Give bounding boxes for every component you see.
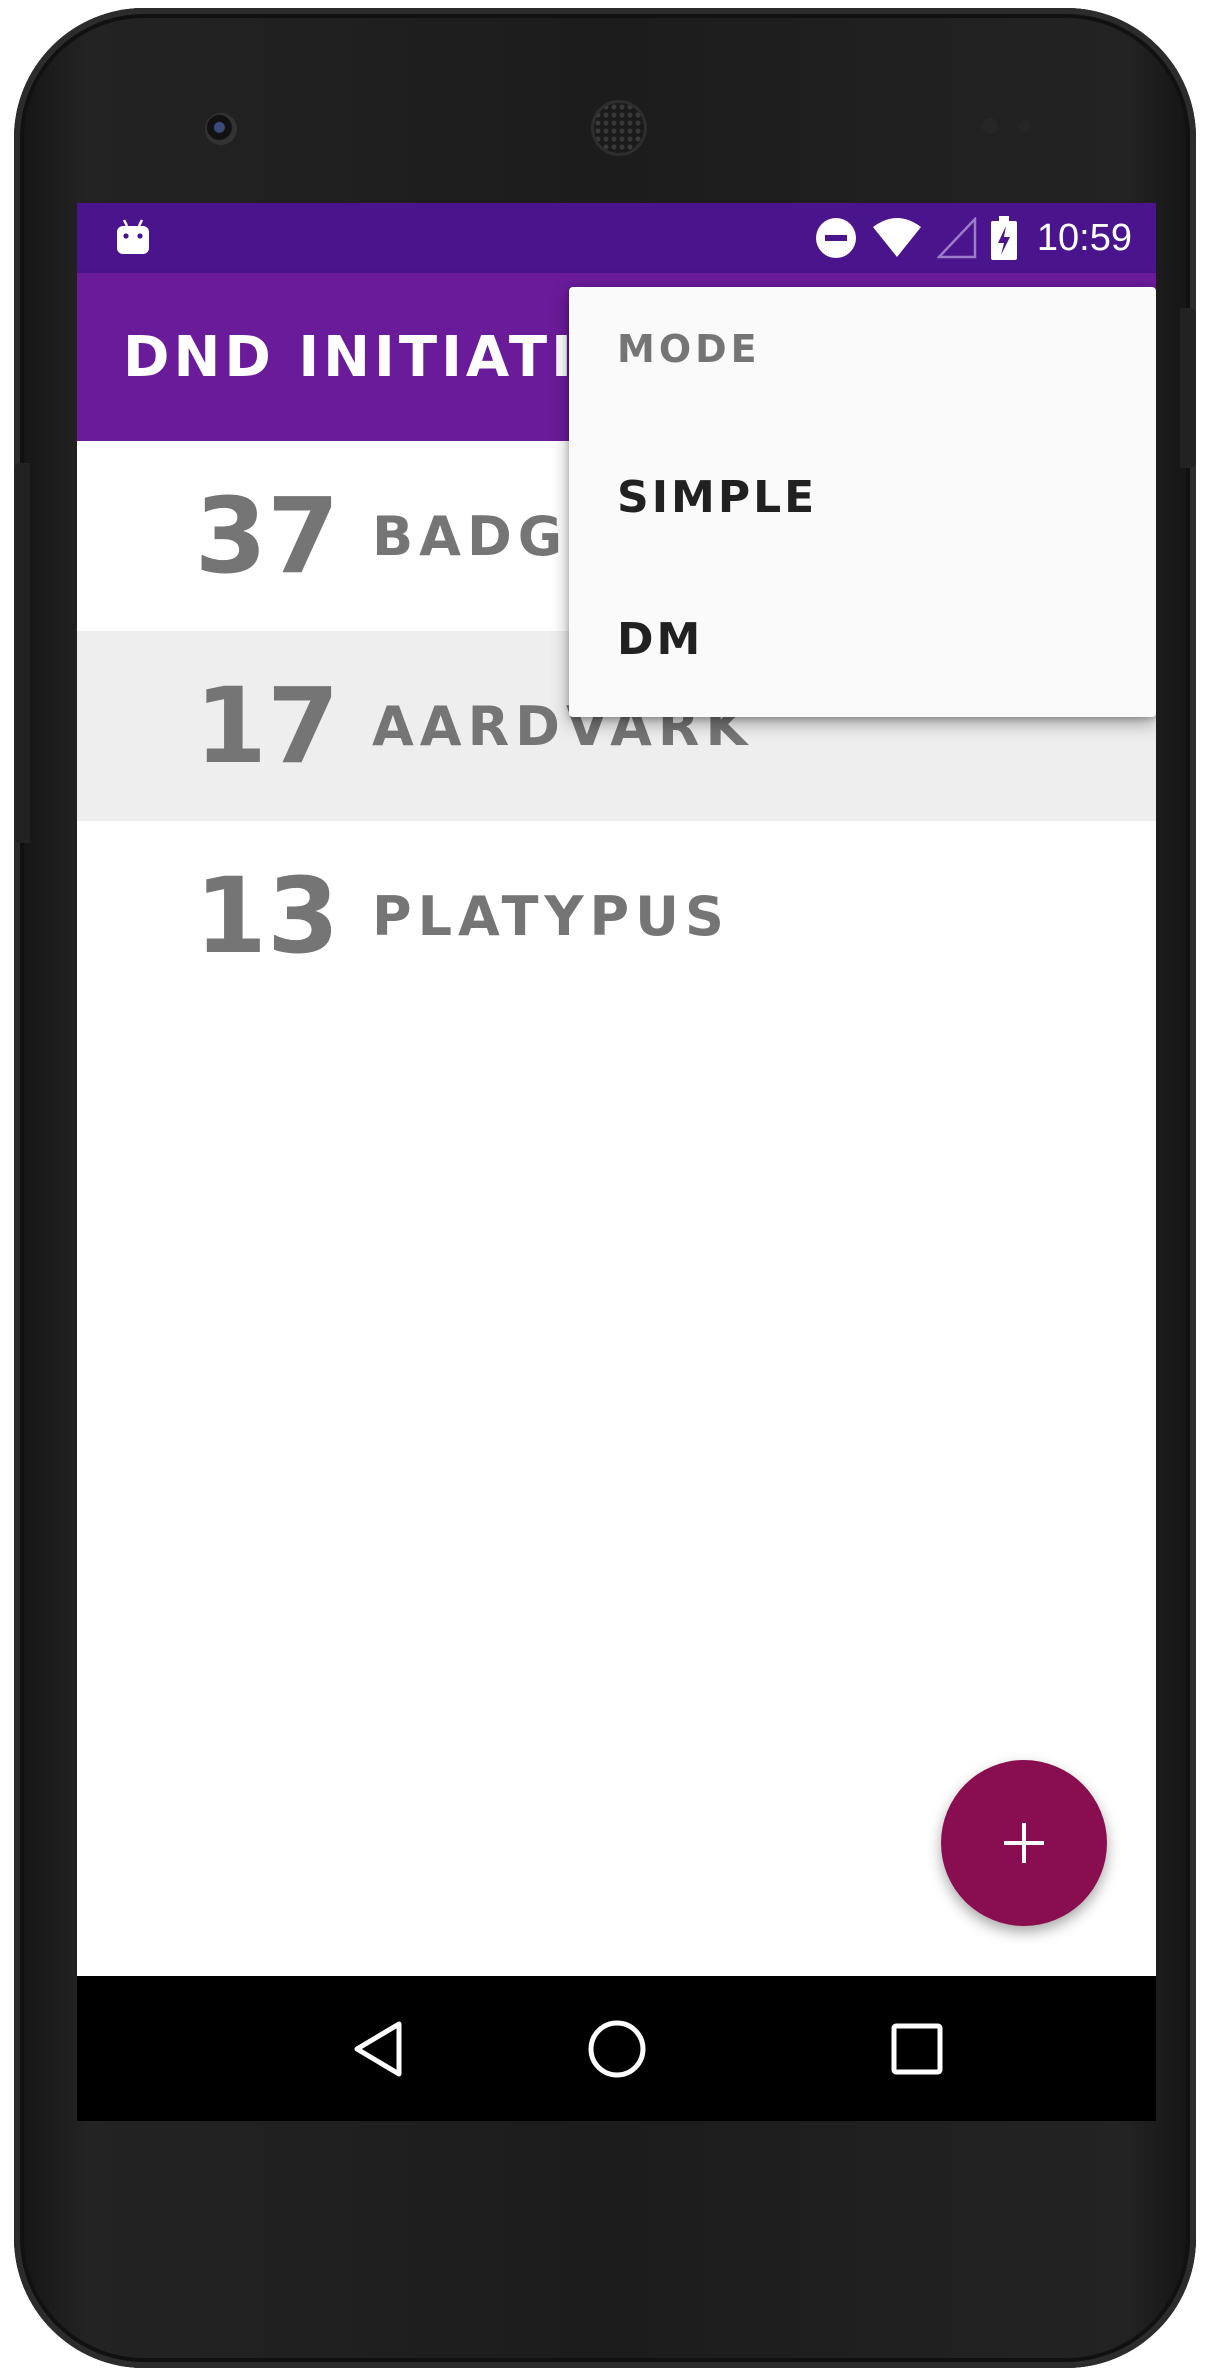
proximity-sensor bbox=[982, 118, 998, 134]
mode-menu: MODE SIMPLE DM bbox=[569, 287, 1156, 717]
navigation-bar bbox=[77, 1976, 1156, 2121]
initiative-value: 13 bbox=[194, 855, 340, 977]
recents-icon[interactable] bbox=[886, 2018, 948, 2080]
status-bar: 10:59 bbox=[77, 203, 1156, 273]
volume-button bbox=[14, 463, 30, 843]
menu-header: MODE bbox=[617, 327, 761, 371]
status-icons: 10:59 bbox=[815, 215, 1132, 261]
light-sensor bbox=[1019, 120, 1031, 132]
initiative-value: 37 bbox=[194, 475, 340, 597]
phone-frame: 10:59 DND INITIATIVE 37 BADGER 17 AARDVA… bbox=[14, 8, 1196, 2368]
plus-icon bbox=[1004, 1823, 1044, 1863]
back-icon[interactable] bbox=[347, 2018, 409, 2080]
add-combatant-button[interactable] bbox=[941, 1760, 1107, 1926]
combatant-name: PLATYPUS bbox=[372, 884, 730, 948]
earpiece-speaker bbox=[591, 100, 647, 156]
initiative-value: 17 bbox=[194, 665, 340, 787]
status-time: 10:59 bbox=[1036, 216, 1132, 259]
power-button bbox=[1180, 308, 1196, 468]
battery-charging-icon bbox=[990, 216, 1017, 260]
home-icon[interactable] bbox=[586, 2018, 648, 2080]
wifi-icon bbox=[872, 218, 921, 257]
menu-item-dm[interactable]: DM bbox=[569, 579, 1156, 699]
cell-signal-icon bbox=[936, 217, 977, 259]
screen: 10:59 DND INITIATIVE 37 BADGER 17 AARDVA… bbox=[77, 203, 1156, 2121]
front-camera bbox=[205, 113, 237, 145]
list-item[interactable]: 13 PLATYPUS bbox=[77, 821, 1156, 1011]
menu-item-simple[interactable]: SIMPLE bbox=[569, 437, 1156, 557]
do-not-disturb-icon bbox=[815, 218, 856, 258]
android-debug-icon bbox=[117, 219, 149, 254]
